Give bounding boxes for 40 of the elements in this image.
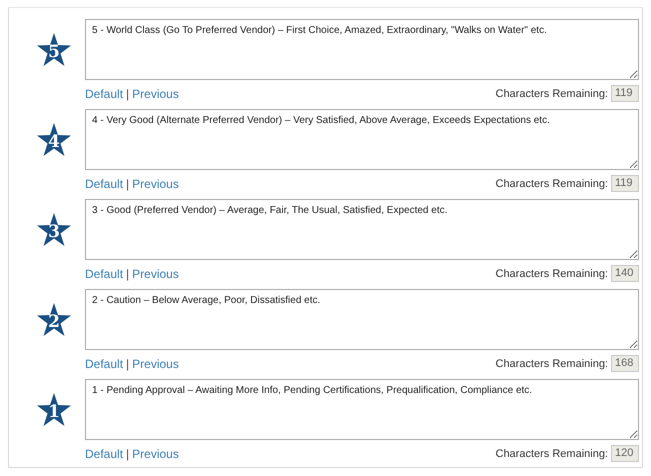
star-icon	[37, 393, 71, 426]
star-icon	[37, 213, 71, 246]
previous-link[interactable]: Previous	[132, 86, 179, 100]
previous-link[interactable]: Previous	[132, 446, 179, 460]
star-number: 1	[48, 402, 60, 422]
star-icon	[37, 123, 71, 156]
characters-remaining-count: 119	[611, 175, 639, 192]
star-number: 5	[48, 42, 60, 62]
link-separator: |	[126, 356, 130, 370]
link-separator: |	[126, 86, 130, 100]
characters-remaining-count: 168	[611, 355, 639, 372]
star-number: 4	[48, 132, 60, 152]
default-link[interactable]: Default	[85, 176, 124, 190]
description-field[interactable]: 4 - Very Good (Alternate Preferred Vendor) – Very Satisfied, Above Average, Exceeds Expectations etc.	[85, 109, 639, 170]
characters-remaining-label: Characters Remaining:	[496, 358, 608, 370]
characters-remaining-count: 119	[611, 85, 639, 102]
description-field[interactable]: 3 - Good (Preferred Vendor) – Average, Fair, The Usual, Satisfied, Expected etc.	[85, 199, 639, 260]
description-field[interactable]: 1 - Pending Approval – Awaiting More Info, Pending Certifications, Prequalification, Compliance etc.	[85, 379, 639, 440]
link-separator: |	[126, 176, 130, 190]
description-field[interactable]: 2 - Caution – Below Average, Poor, Dissatisfied etc.	[85, 289, 639, 350]
star-icon	[37, 33, 71, 66]
previous-link[interactable]: Previous	[132, 356, 179, 370]
characters-remaining-label: Characters Remaining:	[496, 268, 608, 280]
default-link[interactable]: Default	[85, 266, 124, 280]
previous-link[interactable]: Previous	[132, 266, 179, 280]
default-link[interactable]: Default	[85, 356, 124, 370]
star-icon	[37, 303, 71, 336]
default-link[interactable]: Default	[85, 446, 124, 460]
star-number: 2	[48, 312, 60, 332]
characters-remaining-count: 140	[611, 265, 639, 282]
characters-remaining-label: Characters Remaining:	[496, 178, 608, 190]
characters-remaining-count: 120	[611, 445, 639, 462]
description-field[interactable]: 5 - World Class (Go To Preferred Vendor) – First Choice, Amazed, Extraordinary, "Walks on Water" etc.	[85, 19, 639, 80]
characters-remaining-label: Characters Remaining:	[496, 448, 608, 460]
link-separator: |	[126, 446, 130, 460]
default-link[interactable]: Default	[85, 86, 124, 100]
link-separator: |	[126, 266, 130, 280]
star-number: 3	[48, 222, 60, 242]
characters-remaining-label: Characters Remaining:	[496, 88, 608, 100]
previous-link[interactable]: Previous	[132, 176, 179, 190]
